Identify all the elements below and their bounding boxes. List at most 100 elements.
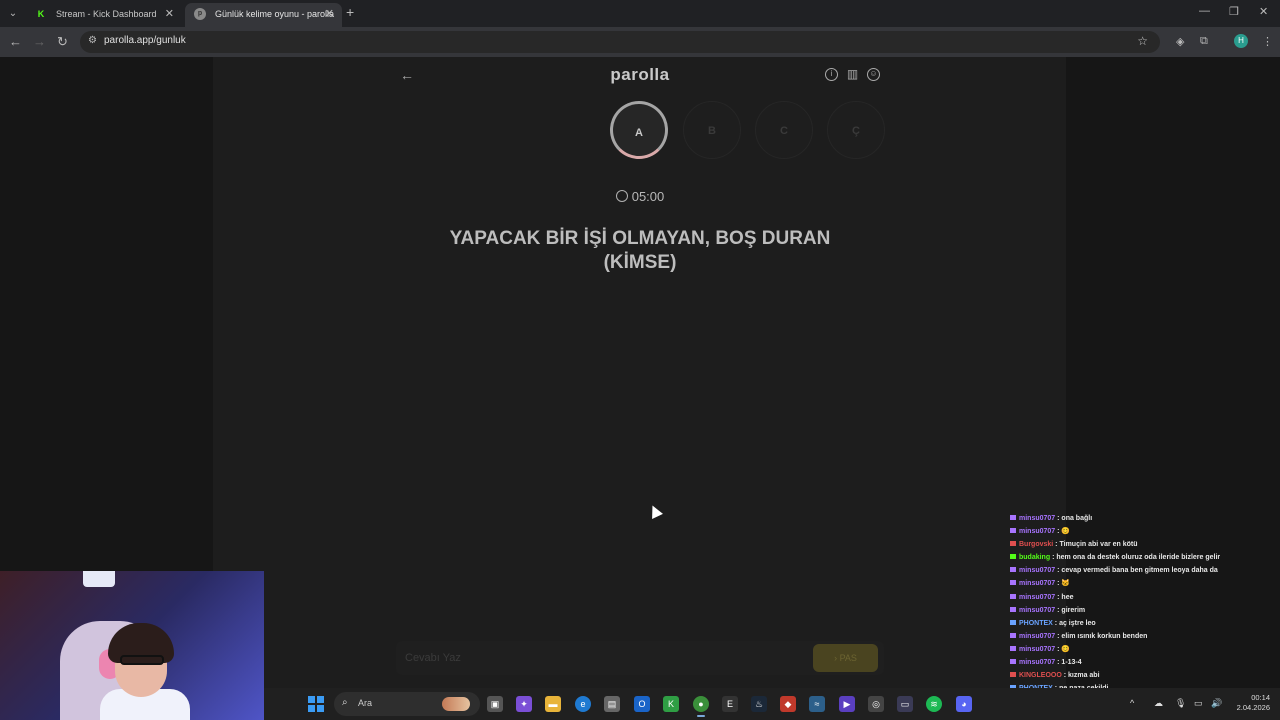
user-account-icon[interactable]: ☺	[867, 68, 880, 81]
chat-username[interactable]: minsu0707	[1019, 646, 1055, 653]
chat-badge-icon	[1010, 515, 1016, 520]
system-clock[interactable]: 00:14 2.04.2026	[1230, 693, 1270, 713]
app-purple-icon[interactable]: ▶	[839, 696, 855, 712]
stats-chart-icon[interactable]: ▥	[846, 68, 859, 81]
chat-text: girerim	[1061, 606, 1086, 614]
task-view-icon[interactable]: ▣	[487, 696, 503, 712]
search-icon: ⌕	[342, 697, 348, 708]
chat-message: minsu0707 : ona bağlı	[1010, 512, 1280, 525]
chat-text: cevap vermedi bana ben gitmem leoya daha…	[1061, 567, 1218, 575]
volume-icon[interactable]: 🔊	[1211, 698, 1222, 709]
letter-circle-b: B	[683, 101, 741, 159]
chat-username[interactable]: minsu0707	[1019, 515, 1055, 522]
outlook-icon[interactable]: O	[634, 696, 650, 712]
chat-username[interactable]: minsu0707	[1019, 633, 1055, 640]
back-icon[interactable]: ←	[9, 34, 22, 49]
clock-date: 2.04.2026	[1236, 703, 1270, 712]
browser-tabstrip: ⌄ K Stream - Kick Dashboard ✕ p Günlük k…	[0, 0, 1280, 27]
reload-icon[interactable]: ↻	[57, 34, 68, 50]
chat-username[interactable]: minsu0707	[1019, 567, 1055, 574]
close-tab-icon[interactable]: ✕	[325, 3, 334, 25]
info-icon[interactable]: i	[825, 68, 838, 81]
chat-text: aç iştre leo	[1059, 619, 1096, 627]
minimize-icon[interactable]: —	[1199, 5, 1210, 17]
chat-message: minsu0707 : elim ısınık korkun benden	[1010, 630, 1280, 643]
chat-username[interactable]: minsu0707	[1019, 580, 1055, 587]
app-dark-icon[interactable]: ▭	[897, 696, 913, 712]
store-icon[interactable]: ▤	[604, 696, 620, 712]
app-blue-icon[interactable]: ≈	[809, 696, 825, 712]
close-tab-icon[interactable]: ✕	[165, 3, 174, 25]
chat-username[interactable]: minsu0707	[1019, 607, 1055, 614]
ceiling-light	[83, 571, 115, 587]
close-window-icon[interactable]: ✕	[1259, 5, 1268, 18]
chat-message: minsu0707 : cevap vermedi bana ben gitme…	[1010, 564, 1280, 577]
kick-app-icon[interactable]: K	[663, 696, 679, 712]
taskbar-search[interactable]: ⌕ Ara	[334, 692, 480, 716]
copilot-icon[interactable]: ✦	[516, 696, 532, 712]
restore-icon[interactable]: ❐	[1229, 5, 1239, 18]
chat-badge-icon	[1010, 659, 1016, 665]
chat-username[interactable]: minsu0707	[1019, 659, 1055, 666]
chat-badge-icon	[1010, 672, 1016, 678]
chat-username[interactable]: Burgovski	[1019, 541, 1053, 548]
tab-search-icon[interactable]: ⌄	[4, 5, 22, 23]
chat-badge-icon	[1010, 632, 1016, 638]
bookmark-star-icon[interactable]: ☆	[1137, 34, 1148, 48]
address-bar[interactable]: ⚙ parolla.app/gunluk ☆	[80, 31, 1160, 53]
chat-text: elim ısınık korkun benden	[1061, 632, 1148, 640]
chat-badge-icon	[1010, 606, 1016, 612]
chat-message: minsu0707 : girerim	[1010, 604, 1280, 617]
chat-badge-icon	[1010, 528, 1016, 534]
steam-icon[interactable]: ♨	[751, 696, 767, 712]
tray-expand-icon[interactable]: ^	[1130, 698, 1134, 708]
tab-kick-dashboard[interactable]: K Stream - Kick Dashboard ✕	[26, 3, 182, 27]
app-gray-icon[interactable]: ◎	[868, 696, 884, 712]
chat-message: PHONTEX : aç iştre leo	[1010, 617, 1280, 630]
chat-text: ona bağlı	[1061, 515, 1093, 522]
extension-shield-icon[interactable]: ◈	[1176, 35, 1184, 48]
tab-title: Stream - Kick Dashboard	[56, 9, 157, 19]
tab-parolla[interactable]: p Günlük kelime oyunu - parolla ✕	[185, 3, 342, 27]
epic-games-icon[interactable]: E	[722, 696, 738, 712]
kick-favicon-icon: K	[37, 9, 45, 19]
file-explorer-icon[interactable]: ▬	[545, 696, 561, 712]
discord-icon[interactable]: ◕	[956, 696, 972, 712]
windows-taskbar: ⌕ Ara ▣ ✦ ▬ e ▤ O K ● E ♨ ◆ ≈ ▶ ◎ ▭ ≋ ◕ …	[264, 688, 1280, 720]
chat-message: Burgovski : Timuçin abi var en kötü	[1010, 538, 1280, 551]
browser-toolbar: ← → ↻ ⚙ parolla.app/gunluk ☆ ◈ ⧉ ⋮	[0, 27, 1280, 57]
chat-username[interactable]: PHONTEX	[1019, 620, 1053, 627]
url-text: parolla.app/gunluk	[104, 35, 186, 46]
chat-message: budaking : hem ona da destek oluruz oda …	[1010, 551, 1280, 564]
network-icon[interactable]: ▭	[1194, 698, 1203, 709]
microphone-icon[interactable]: 🎙	[1175, 698, 1186, 709]
chat-username[interactable]: budaking	[1019, 554, 1050, 561]
chat-username[interactable]: minsu0707	[1019, 528, 1055, 535]
chat-message: minsu0707 : 1-13-4	[1010, 656, 1280, 669]
chrome-icon[interactable]: ●	[693, 696, 709, 717]
edge-icon[interactable]: e	[575, 696, 591, 712]
forward-icon[interactable]: →	[33, 34, 46, 49]
chat-list: minsu0707 : ona bağlı minsu0707 : 😊 Burgov…	[1010, 512, 1280, 688]
app-red-icon[interactable]: ◆	[780, 696, 796, 712]
site-logo[interactable]: parolla	[560, 65, 720, 85]
chat-username[interactable]: minsu0707	[1019, 594, 1055, 601]
extensions-puzzle-icon[interactable]: ⧉	[1200, 35, 1208, 48]
search-label: Ara	[358, 698, 373, 708]
chat-username[interactable]: KINGLEOOO	[1019, 672, 1062, 679]
glasses	[120, 655, 164, 665]
answer-input[interactable]	[402, 647, 802, 669]
chat-message: minsu0707 : hee	[1010, 591, 1280, 604]
spotify-icon[interactable]: ≋	[926, 696, 942, 712]
site-info-icon[interactable]: ⚙	[88, 35, 97, 46]
webcam-overlay	[0, 571, 264, 720]
back-arrow-icon[interactable]: ←	[400, 67, 414, 83]
onedrive-icon[interactable]: ☁	[1154, 698, 1163, 709]
pass-button[interactable]: › PAS	[813, 644, 878, 672]
menu-kebab-icon[interactable]: ⋮	[1262, 35, 1273, 48]
windows-start-icon[interactable]	[308, 696, 324, 712]
new-tab-icon[interactable]: +	[346, 4, 354, 20]
profile-avatar[interactable]: H	[1234, 34, 1248, 48]
search-highlight-art	[442, 697, 470, 711]
chat-badge-icon	[1010, 593, 1016, 599]
